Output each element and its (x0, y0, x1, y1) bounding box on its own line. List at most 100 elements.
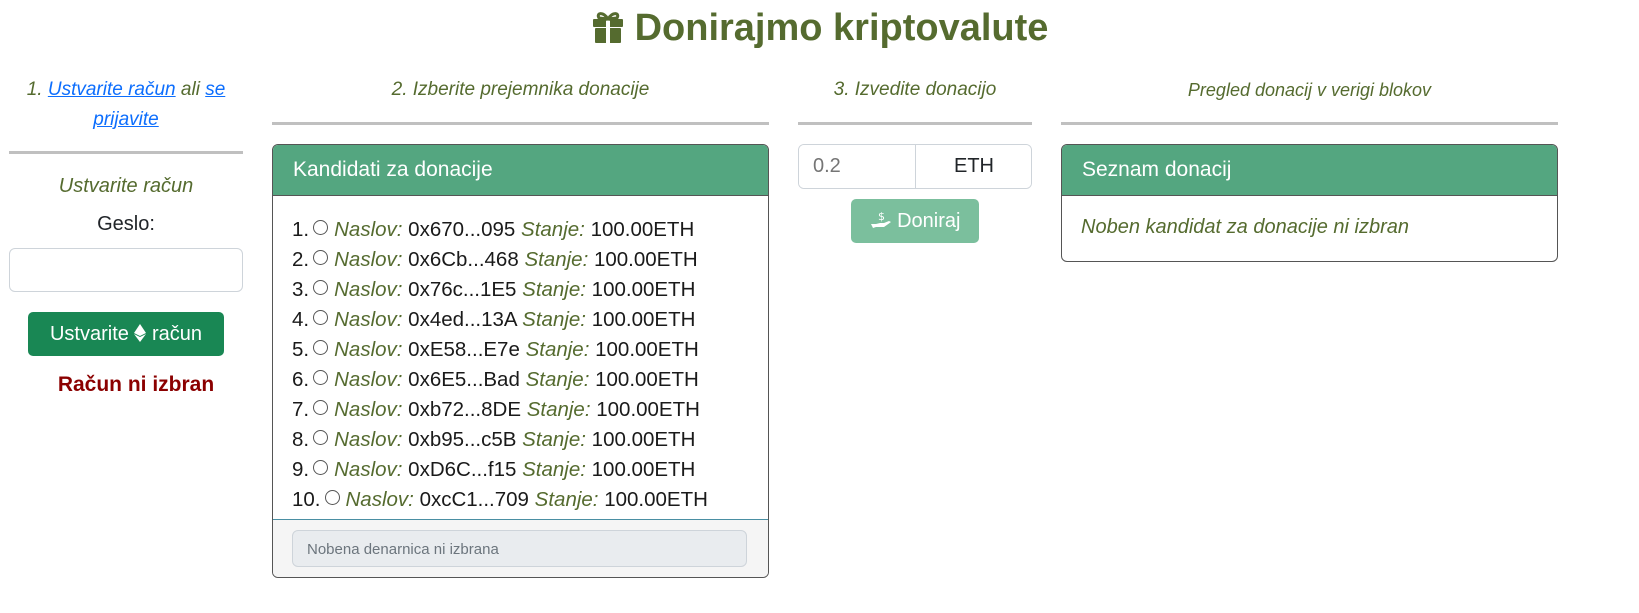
candidate-radio[interactable] (313, 430, 329, 445)
candidate-item[interactable]: 9. Naslov: 0xD6C...f15 Stanje: 100.00ETH (292, 455, 768, 485)
candidate-balance: 100.00ETH (595, 368, 699, 391)
balance-label: Stanje: (522, 458, 586, 481)
candidate-radio[interactable] (313, 310, 329, 325)
address-label: Naslov: (345, 488, 414, 511)
create-button-label-post: račun (152, 323, 203, 345)
amount-input[interactable] (799, 145, 915, 188)
divider (798, 122, 1032, 125)
candidate-item[interactable]: 3. Naslov: 0x76c...1E5 Stanje: 100.00ETH (292, 275, 768, 305)
card-footer: Nobena denarnica ni izbrana (273, 519, 768, 577)
candidate-address: 0x670...095 (408, 218, 516, 241)
donate-button[interactable]: $ Doniraj (851, 199, 979, 243)
page-title: Donirajmo kriptovalute (0, 6, 1639, 50)
donations-card-title: Seznam donacij (1062, 145, 1557, 196)
address-label: Naslov: (334, 218, 403, 241)
candidate-address: 0x4ed...13A (408, 308, 517, 331)
create-account-subtitle: Ustvarite račun (58, 175, 194, 197)
candidate-item[interactable]: 5. Naslov: 0xE58...E7e Stanje: 100.00ETH (292, 335, 768, 365)
candidate-radio[interactable] (313, 250, 329, 265)
candidate-number: 6. (292, 368, 310, 391)
svg-text:$: $ (878, 210, 885, 223)
candidate-address: 0x6Cb...468 (408, 248, 519, 271)
address-label: Naslov: (334, 338, 403, 361)
candidates-card: Kandidati za donacije 1. Naslov: 0x670...… (272, 144, 769, 578)
candidate-item[interactable]: 10. Naslov: 0xcC1...709 Stanje: 100.00ETH (292, 485, 768, 515)
page-title-text: Donirajmo kriptovalute (634, 7, 1049, 49)
candidate-item[interactable]: 4. Naslov: 0x4ed...13A Stanje: 100.00ETH (292, 305, 768, 335)
candidate-balance: 100.00ETH (604, 488, 708, 511)
balance-label: Stanje: (521, 218, 585, 241)
candidate-address: 0xD6C...f15 (408, 458, 517, 481)
candidate-balance: 100.00ETH (591, 428, 696, 451)
address-label: Naslov: (334, 278, 403, 301)
donate-button-label: Doniraj (897, 210, 961, 232)
candidate-radio[interactable] (313, 400, 329, 415)
address-label: Naslov: (334, 428, 403, 451)
balance-label: Stanje: (522, 278, 586, 301)
balance-label: Stanje: (525, 368, 590, 391)
address-label: Naslov: (334, 398, 403, 421)
candidate-item[interactable]: 1. Naslov: 0x670...095 Stanje: 100.00ETH (292, 215, 768, 245)
balance-label: Stanje: (522, 308, 586, 331)
candidate-number: 1. (292, 218, 310, 241)
balance-label: Stanje: (522, 428, 586, 451)
candidate-item[interactable]: 2. Naslov: 0x6Cb...468 Stanje: 100.00ETH (292, 245, 768, 275)
candidate-radio[interactable] (313, 460, 329, 475)
candidate-item[interactable]: 6. Naslov: 0x6E5...Bad Stanje: 100.00ETH (292, 365, 768, 395)
password-input[interactable] (9, 248, 243, 292)
login-link-part2[interactable]: prijavite (93, 109, 158, 130)
create-button-label-pre: Ustvarite (49, 323, 129, 345)
currency-label: ETH (915, 145, 1031, 188)
candidate-balance: 100.00ETH (590, 218, 695, 241)
candidate-number: 4. (292, 308, 310, 331)
or-text: ali (180, 79, 200, 100)
candidate-number: 3. (292, 278, 310, 301)
candidate-number: 2. (292, 248, 310, 271)
candidate-list: 1. Naslov: 0x670...095 Stanje: 100.00ETH 2… (273, 196, 768, 515)
ethereum-icon (134, 324, 147, 342)
candidate-balance: 100.00ETH (596, 398, 700, 421)
balance-label: Stanje: (525, 338, 590, 361)
candidate-address: 0x76c...1E5 (408, 278, 517, 301)
candidate-number: 5. (292, 338, 310, 361)
candidate-radio[interactable] (313, 220, 329, 235)
candidate-balance: 100.00ETH (591, 458, 696, 481)
divider (1061, 122, 1558, 125)
hand-holding-dollar-icon: $ (870, 210, 891, 228)
step1-heading: 1. Ustvarite račun ali se prijavite (9, 75, 243, 135)
step2-heading: 2. Izberite prejemnika donacije (391, 79, 650, 100)
overview-heading: Pregled donacij v verigi blokov (1187, 80, 1432, 100)
address-label: Naslov: (334, 248, 403, 271)
candidate-balance: 100.00ETH (591, 278, 696, 301)
candidate-radio[interactable] (313, 280, 329, 295)
candidate-number: 9. (292, 458, 310, 481)
candidate-number: 7. (292, 398, 310, 421)
create-account-link[interactable]: Ustvarite račun (48, 79, 176, 100)
candidate-address: 0x6E5...Bad (408, 368, 520, 391)
balance-label: Stanje: (534, 488, 599, 511)
address-label: Naslov: (334, 308, 403, 331)
account-status: Račun ni izbran (57, 373, 215, 396)
balance-label: Stanje: (526, 398, 591, 421)
gift-icon (592, 12, 623, 43)
candidate-radio[interactable] (313, 340, 329, 355)
balance-label: Stanje: (524, 248, 589, 271)
candidate-radio[interactable] (313, 370, 329, 385)
create-account-button[interactable]: Ustvarite račun (28, 312, 224, 356)
candidate-item[interactable]: 8. Naslov: 0xb95...c5B Stanje: 100.00ETH (292, 425, 768, 455)
candidate-balance: 100.00ETH (595, 338, 699, 361)
donations-empty-text: Noben kandidat za donacije ni izbran (1081, 216, 1409, 238)
candidate-address: 0xb95...c5B (408, 428, 517, 451)
candidate-address: 0xcC1...709 (419, 488, 529, 511)
candidate-address: 0xb72...8DE (408, 398, 521, 421)
candidate-radio[interactable] (324, 490, 340, 505)
password-label: Geslo: (97, 213, 155, 235)
candidate-item[interactable]: 7. Naslov: 0xb72...8DE Stanje: 100.00ETH (292, 395, 768, 425)
candidate-address: 0xE58...E7e (408, 338, 520, 361)
candidate-balance: 100.00ETH (591, 308, 696, 331)
candidate-number: 8. (292, 428, 310, 451)
login-link-part1[interactable]: se (205, 79, 225, 100)
donations-card: Seznam donacij Noben kandidat za donacij… (1061, 144, 1558, 262)
step3-heading: 3. Izvedite donacijo (833, 79, 997, 100)
address-label: Naslov: (334, 368, 403, 391)
